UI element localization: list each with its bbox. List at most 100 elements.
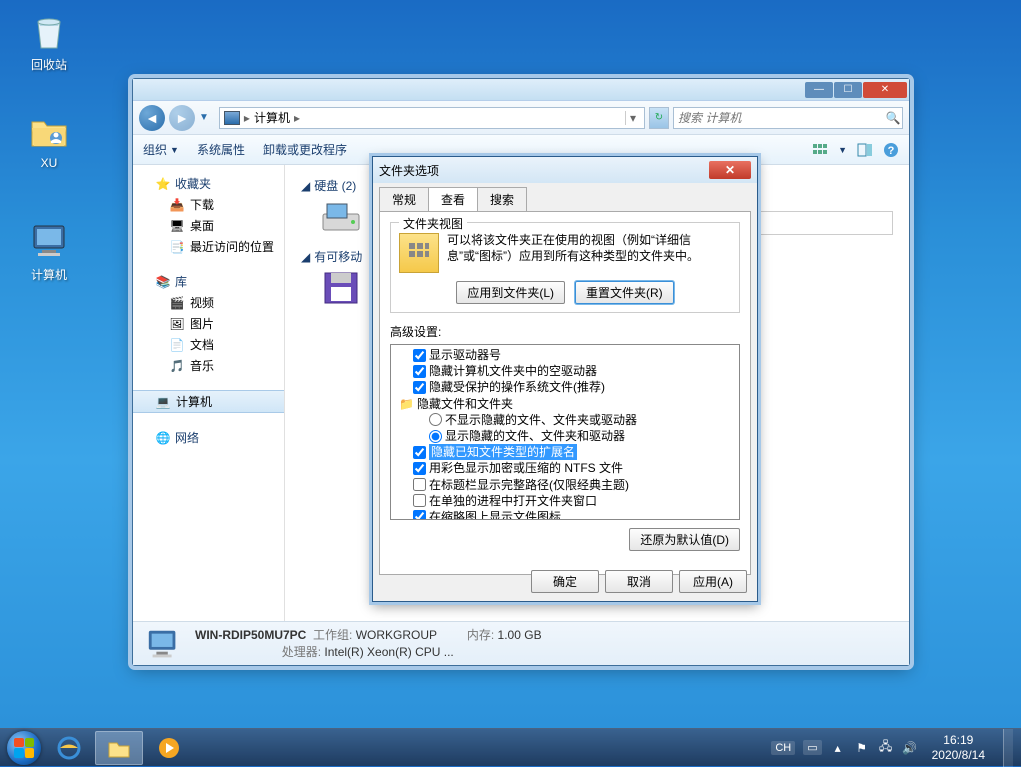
network-icon: 🌐 <box>155 430 171 446</box>
address-bar[interactable]: ▸ 计算机 ▸ ▾ <box>219 107 645 129</box>
nav-history-dropdown[interactable]: ▼ <box>199 112 209 123</box>
tree-hide-protected-os[interactable]: 隐藏受保护的操作系统文件(推荐) <box>393 379 737 395</box>
sidebar-network[interactable]: 🌐网络 <box>133 427 284 448</box>
computer-small-icon: 💻 <box>155 394 171 410</box>
clock[interactable]: 16:19 2020/8/14 <box>926 733 991 762</box>
recent-icon: 📑 <box>169 239 185 255</box>
dialog-titlebar[interactable]: 文件夹选项 ✕ <box>373 157 757 183</box>
sidebar-recent[interactable]: 📑最近访问的位置 <box>133 236 284 257</box>
computer-icon <box>28 220 70 262</box>
toolbar-organize[interactable]: 组织 ▼ <box>143 141 179 158</box>
desktop-computer-label: 计算机 <box>14 266 84 283</box>
windows-logo-icon <box>7 731 41 765</box>
view-mode-button[interactable] <box>812 142 828 158</box>
nav-forward-button[interactable]: ► <box>169 105 195 131</box>
show-desktop-button[interactable] <box>1003 729 1013 767</box>
sidebar-documents[interactable]: 📄文档 <box>133 334 284 355</box>
advanced-settings-tree[interactable]: 显示驱动器号 隐藏计算机文件夹中的空驱动器 隐藏受保护的操作系统文件(推荐) 📁… <box>390 344 740 520</box>
status-text: WIN-RDIP50MU7PC 工作组: WORKGROUP 内存: 1.00 … <box>195 627 542 661</box>
view-mode-dropdown[interactable]: ▼ <box>838 145 847 155</box>
taskbar-explorer[interactable] <box>95 731 143 765</box>
tree-show-hidden[interactable]: 显示隐藏的文件、文件夹和驱动器 <box>393 428 737 444</box>
sidebar-music[interactable]: 🎵音乐 <box>133 355 284 376</box>
action-center-icon[interactable]: ⚑ <box>854 740 870 756</box>
folder-view-desc: 可以将该文件夹正在使用的视图（例如“详细信息”或“图标”）应用到所有这种类型的文… <box>447 233 731 264</box>
desktop-computer[interactable]: 计算机 <box>14 220 84 283</box>
minimize-button[interactable]: — <box>805 82 833 98</box>
toolbar-system-properties[interactable]: 系统属性 <box>197 141 245 158</box>
system-tray: CH ▭ ▴ ⚑ 🖧 🔊 16:19 2020/8/14 <box>771 729 1017 767</box>
maximize-button[interactable]: ☐ <box>834 82 862 98</box>
sidebar-libraries[interactable]: 📚库 <box>133 271 284 292</box>
recycle-bin-label: 回收站 <box>14 56 84 73</box>
restore-defaults-button[interactable]: 还原为默认值(D) <box>629 528 740 551</box>
sidebar-favorites[interactable]: ⭐收藏夹 <box>133 173 284 194</box>
address-dropdown[interactable]: ▾ <box>625 111 640 125</box>
tab-content: 文件夹视图 可以将该文件夹正在使用的视图（例如“详细信息”或“图标”）应用到所有… <box>379 211 751 575</box>
start-button[interactable] <box>4 729 44 767</box>
tree-hide-extensions[interactable]: 隐藏已知文件类型的扩展名 <box>393 444 737 460</box>
taskbar-ie[interactable] <box>45 731 93 765</box>
help-button[interactable]: ? <box>883 142 899 158</box>
tab-general[interactable]: 常规 <box>379 187 429 211</box>
preview-pane-button[interactable] <box>857 142 873 158</box>
apply-to-folders-button[interactable]: 应用到文件夹(L) <box>456 281 565 304</box>
floppy-icon <box>321 271 361 305</box>
window-titlebar: — ☐ ✕ <box>133 79 909 101</box>
tree-hide-empty-drives[interactable]: 隐藏计算机文件夹中的空驱动器 <box>393 363 737 379</box>
breadcrumb-computer[interactable]: 计算机 <box>254 109 290 126</box>
recycle-bin-icon <box>28 10 70 52</box>
reset-folders-button[interactable]: 重置文件夹(R) <box>575 281 674 304</box>
nav-bar: ◄ ► ▼ ▸ 计算机 ▸ ▾ ↻ 🔍 <box>133 101 909 135</box>
language-indicator[interactable]: CH <box>771 741 795 755</box>
tree-dont-show-hidden[interactable]: 不显示隐藏的文件、文件夹或驱动器 <box>393 412 737 428</box>
advanced-settings-label: 高级设置: <box>390 323 740 340</box>
dialog-close-button[interactable]: ✕ <box>709 161 751 179</box>
sidebar-downloads[interactable]: 📥下载 <box>133 194 284 215</box>
folder-view-icon <box>399 233 439 273</box>
sidebar-pictures[interactable]: 🖼图片 <box>133 313 284 334</box>
tree-show-drive-letters[interactable]: 显示驱动器号 <box>393 347 737 363</box>
details-pane: WIN-RDIP50MU7PC 工作组: WORKGROUP 内存: 1.00 … <box>133 621 909 665</box>
status-computer-icon <box>145 627 183 661</box>
tab-search[interactable]: 搜索 <box>477 187 527 211</box>
music-icon: 🎵 <box>169 358 185 374</box>
computer-mini-icon <box>224 111 240 125</box>
tree-separate-process[interactable]: 在单独的进程中打开文件夹窗口 <box>393 493 737 509</box>
volume-icon[interactable]: 🔊 <box>902 740 918 756</box>
cancel-button[interactable]: 取消 <box>605 570 673 593</box>
pictures-icon: 🖼 <box>169 316 185 332</box>
sidebar-videos[interactable]: 🎬视频 <box>133 292 284 313</box>
nav-back-button[interactable]: ◄ <box>139 105 165 131</box>
apply-button[interactable]: 应用(A) <box>679 570 747 593</box>
search-input[interactable] <box>674 111 884 125</box>
close-button[interactable]: ✕ <box>863 82 907 98</box>
folder-small-icon: 📁 <box>399 396 414 412</box>
tab-view[interactable]: 查看 <box>428 187 478 211</box>
search-box[interactable]: 🔍 <box>673 107 903 129</box>
sidebar: ⭐收藏夹 📥下载 🖥桌面 📑最近访问的位置 📚库 🎬视频 🖼图片 📄文档 🎵音乐… <box>133 165 285 621</box>
video-icon: 🎬 <box>169 295 185 311</box>
tab-strip: 常规 查看 搜索 <box>373 183 757 211</box>
toolbar-uninstall[interactable]: 卸载或更改程序 <box>263 141 347 158</box>
ok-button[interactable]: 确定 <box>531 570 599 593</box>
sidebar-computer[interactable]: 💻计算机 <box>133 390 284 413</box>
taskbar: CH ▭ ▴ ⚑ 🖧 🔊 16:19 2020/8/14 <box>0 728 1021 766</box>
ime-indicator[interactable]: ▭ <box>803 740 821 755</box>
tree-color-ntfs[interactable]: 用彩色显示加密或压缩的 NTFS 文件 <box>393 460 737 476</box>
tree-full-path-title[interactable]: 在标题栏显示完整路径(仅限经典主题) <box>393 477 737 493</box>
documents-icon: 📄 <box>169 337 185 353</box>
sidebar-desktop[interactable]: 🖥桌面 <box>133 215 284 236</box>
drive-icon <box>321 200 361 234</box>
taskbar-media-player[interactable] <box>145 731 193 765</box>
network-tray-icon[interactable]: 🖧 <box>878 740 894 756</box>
folder-xu[interactable]: XU <box>14 110 84 170</box>
refresh-button[interactable]: ↻ <box>649 107 669 129</box>
search-icon[interactable]: 🔍 <box>884 111 902 125</box>
folder-xu-label: XU <box>14 156 84 170</box>
clock-time: 16:19 <box>932 733 985 747</box>
tree-thumbnail-icons[interactable]: 在缩略图上显示文件图标 <box>393 509 737 520</box>
recycle-bin[interactable]: 回收站 <box>14 10 84 73</box>
tray-overflow-icon[interactable]: ▴ <box>830 740 846 756</box>
tree-hidden-files-folder[interactable]: 📁隐藏文件和文件夹 <box>393 396 737 412</box>
